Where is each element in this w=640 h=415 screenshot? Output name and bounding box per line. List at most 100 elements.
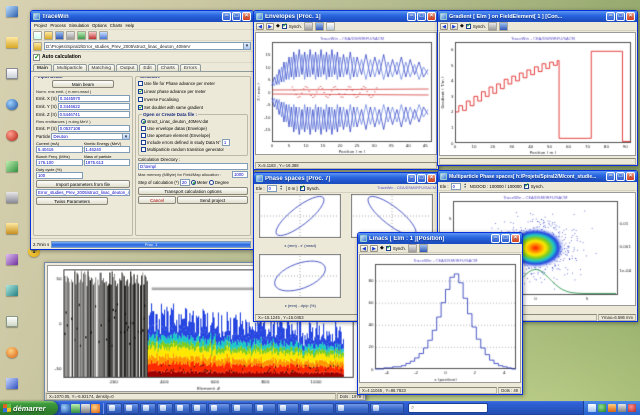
taskbar-window-button[interactable] bbox=[208, 402, 230, 414]
folder-icon[interactable] bbox=[6, 37, 18, 48]
synch-checkbox[interactable] bbox=[523, 182, 529, 189]
desktop-icon[interactable] bbox=[4, 316, 20, 331]
phase-x-plot[interactable] bbox=[259, 194, 342, 238]
desktop-icon[interactable] bbox=[4, 37, 20, 52]
include-errors-checkbox[interactable] bbox=[141, 140, 146, 145]
save-icon[interactable] bbox=[499, 21, 508, 31]
minimize-button[interactable]: − bbox=[606, 12, 615, 21]
cancel-button[interactable]: Cancel bbox=[138, 196, 176, 204]
minimize-button[interactable]: − bbox=[407, 174, 416, 183]
close-button[interactable]: × bbox=[242, 12, 251, 21]
title-bar[interactable]: Gradient [ Elm ] on FieldElement[ 1 ] [C… bbox=[438, 11, 637, 22]
menu-simulation[interactable]: Simulation bbox=[69, 23, 89, 28]
taskbar-window-button[interactable] bbox=[106, 402, 122, 414]
duty-cycle-field[interactable]: 100 bbox=[36, 172, 83, 179]
tab-output[interactable]: Output bbox=[116, 64, 139, 71]
app-icon[interactable] bbox=[6, 192, 18, 203]
document-icon[interactable] bbox=[6, 316, 18, 327]
minimize-button[interactable]: − bbox=[606, 172, 615, 181]
next-arrow-button[interactable]: ▶ bbox=[266, 22, 274, 30]
save-icon[interactable] bbox=[315, 21, 324, 31]
menu-project[interactable]: Project bbox=[34, 23, 47, 28]
bunch-freq-field[interactable]: 176.100 bbox=[36, 159, 83, 166]
quick-launch-icon[interactable] bbox=[71, 403, 80, 413]
taskbar-window-button[interactable] bbox=[254, 402, 276, 414]
maximize-button[interactable]: □ bbox=[417, 12, 426, 21]
emit-x-field[interactable]: 0.3445970 bbox=[57, 95, 130, 102]
quick-launch-browser-icon[interactable] bbox=[61, 403, 70, 413]
use-envelope-datas-checkbox[interactable] bbox=[141, 126, 146, 131]
prev-arrow-button[interactable]: ◀ bbox=[256, 22, 264, 30]
app-icon[interactable] bbox=[6, 130, 18, 141]
help-icon[interactable] bbox=[99, 30, 108, 40]
close-button[interactable]: × bbox=[427, 174, 436, 183]
synch-checkbox[interactable] bbox=[281, 22, 287, 29]
synch-checkbox[interactable] bbox=[465, 22, 471, 29]
desktop[interactable]: ☢ TraceWin − □ × Project Process Simulat… bbox=[0, 0, 640, 415]
my-computer-icon[interactable] bbox=[6, 6, 18, 17]
kinetic-energy-field[interactable]: 1.46240 bbox=[83, 146, 130, 153]
maximize-button[interactable]: □ bbox=[501, 234, 510, 243]
use-aperture-element-checkbox[interactable] bbox=[141, 133, 146, 138]
particle-select[interactable]: Deuton ▾ bbox=[51, 133, 130, 140]
close-button[interactable]: × bbox=[626, 172, 635, 181]
chart-icon[interactable] bbox=[88, 30, 97, 40]
taskbar-window-button[interactable] bbox=[191, 402, 207, 414]
taskbar-window-button[interactable] bbox=[157, 402, 173, 414]
calc-directory-field[interactable]: D:\temp\ bbox=[138, 163, 248, 170]
particle-mass-field[interactable]: 1875.613 bbox=[83, 159, 130, 166]
auto-calculation-check-icon[interactable]: ✓ bbox=[33, 53, 40, 61]
unit-meter-radio[interactable] bbox=[190, 180, 196, 185]
taskbar-window-button[interactable] bbox=[140, 402, 156, 414]
menu-options[interactable]: Options bbox=[92, 23, 107, 28]
combo-dropdown-arrow[interactable]: ▾ bbox=[243, 43, 250, 49]
element-number-field[interactable]: 0 bbox=[266, 184, 277, 192]
title-bar[interactable]: Linacs [ Elm : 1 ][Position] − □ × bbox=[358, 233, 522, 244]
current-field[interactable]: 5.40416 bbox=[36, 146, 83, 153]
taskbar-window-button[interactable] bbox=[231, 402, 253, 414]
tray-icon[interactable] bbox=[628, 404, 636, 412]
app-icon[interactable] bbox=[6, 285, 18, 296]
minimize-button[interactable]: − bbox=[222, 12, 231, 21]
import-parameters-button[interactable]: Import parameters from file bbox=[36, 180, 130, 188]
desktop-icon[interactable] bbox=[4, 68, 20, 83]
main-beam-button[interactable]: Main beam bbox=[52, 80, 114, 88]
desktop-icon[interactable] bbox=[4, 192, 20, 207]
maximize-button[interactable]: □ bbox=[616, 12, 625, 21]
desktop-icon[interactable] bbox=[4, 347, 20, 362]
spin-down-icon[interactable]: ▾ bbox=[279, 187, 284, 191]
project-path-combo[interactable]: D:\Projets\Spiral2\Error_studies_Prev_20… bbox=[44, 42, 251, 50]
max-memory-field[interactable]: 1000 bbox=[232, 171, 248, 178]
tab-main[interactable]: Main bbox=[33, 64, 52, 71]
emit-z-field[interactable]: 0.5446741 bbox=[57, 111, 130, 118]
print-icon[interactable] bbox=[66, 30, 75, 40]
envelope-plot[interactable] bbox=[255, 32, 437, 155]
step-of-calculation-field[interactable]: 20 bbox=[179, 179, 190, 186]
title-bar[interactable]: Multiparticle Phase spaces[ h:/Projets/S… bbox=[438, 171, 637, 182]
synch-checkbox[interactable] bbox=[385, 244, 391, 251]
maximize-button[interactable]: □ bbox=[417, 174, 426, 183]
particle-dropdown-arrow[interactable]: ▾ bbox=[122, 134, 129, 139]
position-histogram-plot[interactable] bbox=[359, 254, 521, 383]
document-icon[interactable] bbox=[6, 68, 18, 79]
element-spinner[interactable]: ▴ ▾ bbox=[279, 185, 284, 191]
calculate-icon[interactable] bbox=[77, 30, 86, 40]
desktop-icon[interactable] bbox=[4, 285, 20, 300]
taskbar-window-button[interactable] bbox=[123, 402, 139, 414]
title-bar[interactable]: TraceWin − □ × bbox=[31, 11, 253, 22]
taskbar-window-button[interactable] bbox=[335, 402, 369, 414]
element-number-field[interactable]: 0 bbox=[450, 182, 461, 190]
taskbar-window-button[interactable] bbox=[174, 402, 190, 414]
app-icon[interactable] bbox=[6, 254, 18, 265]
new-project-icon[interactable] bbox=[33, 30, 42, 40]
tab-matching[interactable]: Matching bbox=[87, 64, 115, 71]
desktop-icon[interactable] bbox=[4, 99, 20, 114]
print-icon[interactable] bbox=[304, 21, 313, 31]
print-icon[interactable] bbox=[408, 243, 417, 253]
next-arrow-button[interactable]: ▶ bbox=[370, 244, 378, 252]
menu-help[interactable]: Help bbox=[125, 23, 134, 28]
close-button[interactable]: × bbox=[511, 234, 520, 243]
tray-icon[interactable] bbox=[608, 404, 616, 412]
zoom-icon[interactable] bbox=[326, 21, 335, 31]
phase-advance-file-checkbox[interactable] bbox=[138, 81, 143, 86]
